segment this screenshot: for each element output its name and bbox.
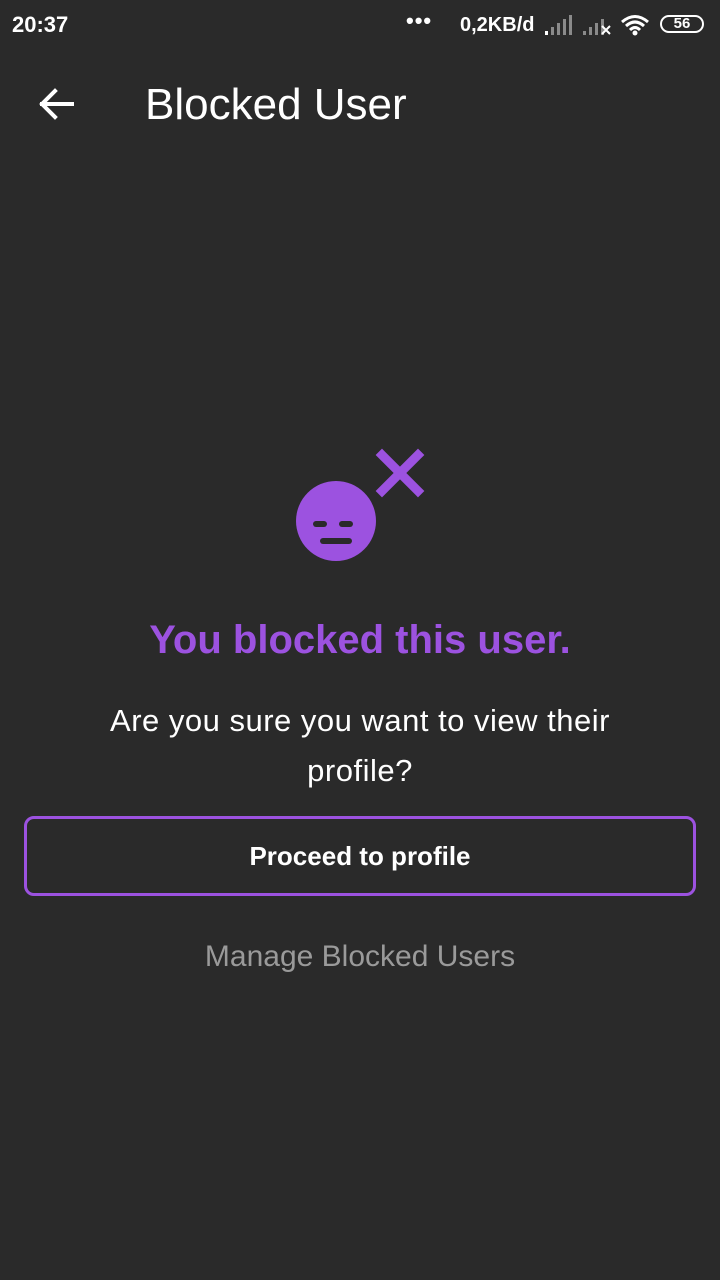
status-bar: 20:37 ••• 0,2KB/d 56 (0, 0, 720, 52)
blocked-headline: You blocked this user. (149, 618, 571, 662)
wifi-icon (620, 14, 650, 41)
data-speed: 0,2KB/d (460, 14, 535, 36)
back-button[interactable] (24, 74, 88, 138)
page-title: Blocked User (145, 80, 407, 129)
arrow-left-icon (38, 87, 74, 125)
app-bar: Blocked User (0, 52, 720, 164)
battery-icon: 56 (660, 15, 704, 33)
manage-blocked-users-link[interactable]: Manage Blocked Users (0, 940, 720, 974)
confirm-question: Are you sure you want to view their prof… (110, 703, 610, 788)
more-notifications-icon: ••• (406, 8, 433, 33)
signal-no-service-icon (582, 14, 612, 41)
blocked-face-icon (290, 445, 430, 567)
proceed-to-profile-button[interactable]: Proceed to profile (24, 816, 696, 896)
signal-icon (544, 14, 574, 41)
status-time: 20:37 (12, 12, 69, 37)
